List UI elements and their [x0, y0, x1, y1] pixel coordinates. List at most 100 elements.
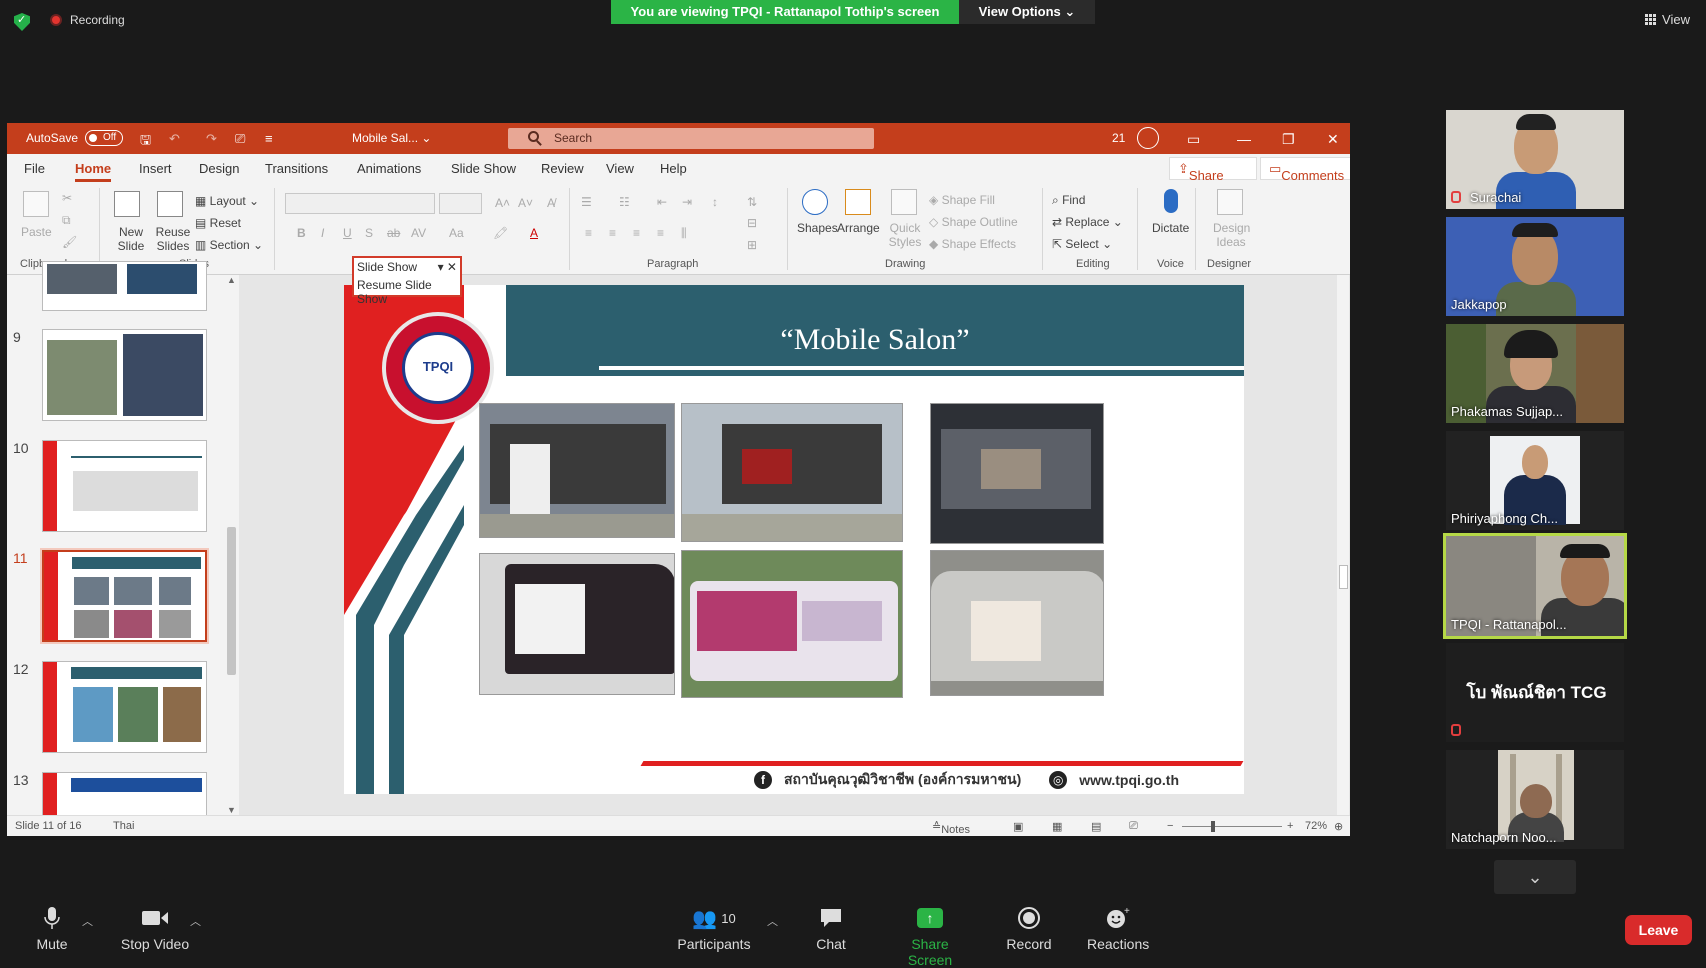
change-case-icon[interactable]: Aa	[449, 226, 464, 240]
current-slide[interactable]: “Mobile Salon” TPQI f สถาบันคุณวุฒิวิชาช…	[344, 285, 1244, 794]
menu-animations[interactable]: Animations	[357, 161, 421, 176]
align-center-icon[interactable]: ≡	[609, 226, 616, 240]
layout-button[interactable]: ▦ Layout ⌄	[195, 194, 259, 208]
scroll-up-icon[interactable]: ▲	[227, 275, 236, 285]
participant-tile[interactable]: Phakamas Sujjap...	[1446, 324, 1624, 423]
menu-slide-show[interactable]: Slide Show	[451, 161, 516, 176]
reactions-button[interactable]: + Reactions	[1087, 905, 1149, 952]
line-spacing-icon[interactable]: ↕	[712, 195, 718, 209]
close-icon[interactable]: ✕	[1327, 131, 1339, 148]
share-button[interactable]: ⇪ Share	[1169, 157, 1257, 183]
participant-tile[interactable]: Jakkapop	[1446, 217, 1624, 316]
slide-sorter-icon[interactable]: ▦	[1052, 820, 1062, 833]
resume-slide-show-item[interactable]: Resume Slide Show	[354, 276, 460, 306]
shapes-button[interactable]: Shapes	[797, 221, 838, 235]
chevron-down-icon[interactable]: ⌄	[1494, 860, 1576, 894]
text-direction-icon[interactable]: ⇅	[747, 195, 757, 209]
menu-transitions[interactable]: Transitions	[265, 161, 328, 176]
notes-button[interactable]: ≙ Notes	[932, 820, 970, 836]
columns-icon[interactable]: ⫼	[681, 226, 687, 241]
slide-scrollbar[interactable]	[1337, 275, 1349, 815]
slideshow-popup[interactable]: Slide Show ▾ ✕ Resume Slide Show	[352, 256, 462, 306]
customize-qat-icon[interactable]: ≡	[265, 131, 273, 146]
autosave-toggle[interactable]: Off	[85, 130, 123, 146]
redo-icon[interactable]: ↷	[206, 131, 217, 147]
replace-button[interactable]: ⇄ Replace ⌄	[1052, 215, 1123, 229]
align-left-icon[interactable]: ≡	[585, 226, 592, 240]
slideshow-popup-row[interactable]: Slide Show ▾ ✕	[354, 258, 460, 276]
reading-view-icon[interactable]: ▤	[1091, 820, 1101, 833]
shrink-font-icon[interactable]: A˅	[518, 196, 533, 210]
share-screen-button[interactable]: ↑ Share Screen	[888, 905, 972, 968]
normal-view-icon[interactable]: ▣	[1013, 820, 1023, 833]
quick-styles-button[interactable]: Quick Styles	[888, 221, 922, 249]
menu-insert[interactable]: Insert	[139, 161, 172, 176]
font-name-box[interactable]	[285, 193, 435, 214]
security-shield-icon[interactable]	[14, 13, 30, 31]
comments-button[interactable]: ▭ Comments	[1260, 157, 1350, 183]
shape-fill-button[interactable]: ◈ Shape Fill	[929, 193, 995, 207]
mute-button[interactable]: Mute	[32, 905, 72, 952]
grow-font-icon[interactable]: A˄	[495, 196, 510, 210]
design-ideas-icon[interactable]	[1217, 189, 1243, 215]
shadow-icon[interactable]: S	[365, 226, 373, 240]
highlight-icon[interactable]: 🖍	[493, 226, 508, 240]
strikethrough-icon[interactable]: ab	[387, 226, 400, 240]
section-button[interactable]: ▥ Section ⌄	[195, 238, 263, 252]
quick-styles-icon[interactable]	[891, 189, 917, 215]
ribbon-display-icon[interactable]: ▭	[1187, 131, 1200, 148]
new-slide-icon[interactable]	[114, 191, 140, 217]
slide-scroll-thumb[interactable]	[1339, 565, 1348, 589]
shapes-icon[interactable]	[802, 189, 828, 215]
numbering-icon[interactable]: ☷	[619, 195, 630, 209]
outdent-icon[interactable]: ⇥	[682, 195, 692, 209]
view-options-button[interactable]: View Options ⌄	[959, 0, 1095, 24]
clear-format-icon[interactable]: A̸	[547, 196, 555, 210]
restore-icon[interactable]: ❐	[1282, 131, 1295, 148]
thumbnail-scrollbar[interactable]: ▲ ▼	[225, 275, 237, 815]
char-spacing-icon[interactable]: AV	[411, 226, 426, 240]
language[interactable]: Thai	[113, 820, 134, 832]
stop-video-button[interactable]: Stop Video	[118, 905, 192, 952]
undo-icon[interactable]: ↶	[169, 131, 180, 147]
caret-up-icon[interactable]: ︿	[82, 913, 93, 929]
scroll-down-icon[interactable]: ▼	[227, 805, 236, 815]
font-size-box[interactable]	[439, 193, 482, 214]
leave-button[interactable]: Leave	[1625, 915, 1692, 945]
participant-tile[interactable]: Surachai	[1446, 110, 1624, 209]
zoom-out-icon[interactable]: −	[1167, 820, 1173, 832]
justify-icon[interactable]: ≡	[657, 226, 664, 240]
find-button[interactable]: ⌕ Find	[1052, 193, 1085, 208]
zoom-level[interactable]: 72%	[1305, 820, 1327, 832]
copy-icon[interactable]: ⧉	[62, 213, 71, 228]
save-icon[interactable]: 🖫	[140, 131, 151, 153]
indent-icon[interactable]: ⇤	[657, 195, 667, 209]
reset-button[interactable]: ▤ Reset	[195, 216, 241, 230]
participant-tile[interactable]: Phiriyaphong Ch...	[1446, 431, 1624, 530]
menu-view[interactable]: View	[606, 161, 634, 176]
paste-icon[interactable]	[23, 191, 49, 217]
shape-outline-button[interactable]: ◇ Shape Outline	[929, 215, 1018, 229]
account-avatar-icon[interactable]	[1137, 127, 1159, 149]
slide-thumbnail-12[interactable]	[42, 661, 207, 753]
search-box[interactable]: Search	[508, 128, 874, 149]
font-color-icon[interactable]: A	[530, 226, 538, 240]
slide-thumbnail-10[interactable]	[42, 440, 207, 532]
record-button[interactable]: Record	[1006, 905, 1052, 952]
slideshow-view-icon[interactable]: ⎚	[1129, 820, 1138, 833]
design-ideas-button[interactable]: Design Ideas	[1213, 221, 1250, 249]
arrange-button[interactable]: Arrange	[837, 221, 880, 235]
menu-review[interactable]: Review	[541, 161, 584, 176]
align-text-icon[interactable]: ⊟	[747, 216, 757, 230]
menu-home[interactable]: Home	[75, 161, 112, 182]
participant-tile[interactable]: Natchaporn Noo...	[1446, 750, 1624, 849]
participant-tile[interactable]: โบ พัณณ์ชิตา TCG	[1446, 643, 1624, 742]
scrollbar-thumb[interactable]	[227, 527, 236, 675]
document-title[interactable]: Mobile Sal... ⌄	[352, 131, 431, 145]
menu-help[interactable]: Help	[660, 161, 687, 176]
chat-button[interactable]: Chat	[810, 905, 852, 952]
format-painter-icon[interactable]: 🖌	[62, 235, 77, 249]
slide-thumbnail-11[interactable]	[40, 548, 209, 644]
select-button[interactable]: ⇱ Select ⌄	[1052, 237, 1112, 251]
dropdown-close-icon[interactable]: ▾ ✕	[438, 260, 457, 274]
